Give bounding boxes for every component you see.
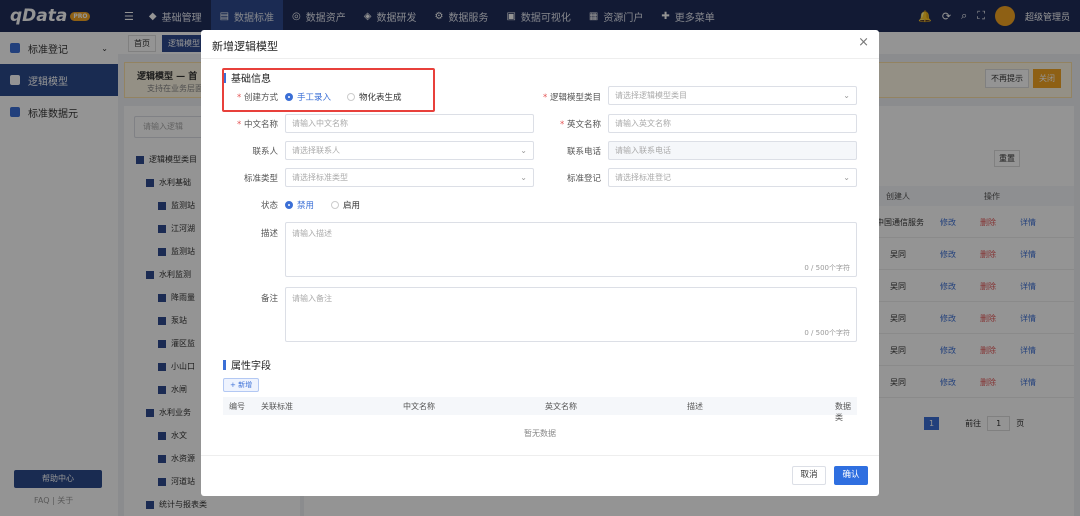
contact-select[interactable]: 请选择联系人 ⌄: [285, 141, 534, 160]
std-reg-select[interactable]: 请选择标准登记 ⌄: [608, 168, 857, 187]
cn-name-input[interactable]: 请输入中文名称: [285, 114, 534, 133]
radio-status-enabled[interactable]: 启用: [331, 199, 360, 211]
confirm-button[interactable]: 确认: [834, 466, 868, 485]
fields-table-header: 编号 关联标准 中文名称 英文名称 描述 数据类: [223, 397, 857, 422]
field-header-data-type: 数据类: [835, 402, 851, 422]
status-label: 状态: [260, 201, 278, 211]
footer-divider: [201, 455, 879, 456]
section-marker: [223, 359, 226, 370]
empty-state: 暂无数据: [524, 429, 556, 438]
std-type-select[interactable]: 请选择标准类型 ⌄: [285, 168, 534, 187]
close-icon[interactable]: ×: [858, 35, 869, 50]
cancel-button[interactable]: 取消: [792, 466, 826, 485]
category-select[interactable]: 请选择逻辑模型类目 ⌄: [608, 86, 857, 105]
remark-textarea[interactable]: 请输入备注 0 / 500个字符: [285, 287, 857, 342]
field-header-no: 编号: [229, 402, 245, 411]
remark-label: 备注: [260, 294, 278, 304]
dialog-title: 新增逻辑模型: [212, 40, 278, 53]
cn-name-label: * 中文名称: [237, 120, 278, 130]
phone-label: 联系电话: [566, 147, 601, 157]
radio-status-disabled[interactable]: 禁用: [285, 199, 314, 211]
radio-dot: [331, 201, 339, 209]
desc-char-count: 0 / 500个字符: [804, 264, 850, 272]
category-label: * 逻辑模型类目: [543, 93, 601, 103]
en-name-label: * 英文名称: [560, 120, 601, 130]
highlight-box: [222, 68, 435, 112]
add-logic-model-dialog: 新增逻辑模型 × 基础信息 * 创建方式 手工录入 物化表生成 * 逻辑模型类目…: [201, 30, 879, 496]
chevron-down-icon: ⌄: [843, 91, 850, 100]
field-header-en-name: 英文名称: [545, 402, 577, 411]
field-header-desc: 描述: [687, 402, 703, 411]
divider: [201, 58, 879, 59]
add-field-button[interactable]: + 新增: [223, 378, 260, 392]
contact-label: 联系人: [252, 147, 278, 157]
std-type-label: 标准类型: [243, 174, 278, 184]
radio-dot: [285, 201, 293, 209]
phone-input[interactable]: 请输入联系电话: [608, 141, 857, 160]
desc-label: 描述: [260, 229, 278, 239]
attr-fields-section: 属性字段: [223, 357, 271, 372]
std-reg-label: 标准登记: [566, 174, 601, 184]
en-name-input[interactable]: 请输入英文名称: [608, 114, 857, 133]
field-header-related-std: 关联标准: [261, 402, 293, 411]
chevron-down-icon: ⌄: [843, 173, 850, 182]
remark-char-count: 0 / 500个字符: [804, 329, 850, 337]
desc-textarea[interactable]: 请输入描述 0 / 500个字符: [285, 222, 857, 277]
field-header-cn-name: 中文名称: [403, 402, 435, 411]
